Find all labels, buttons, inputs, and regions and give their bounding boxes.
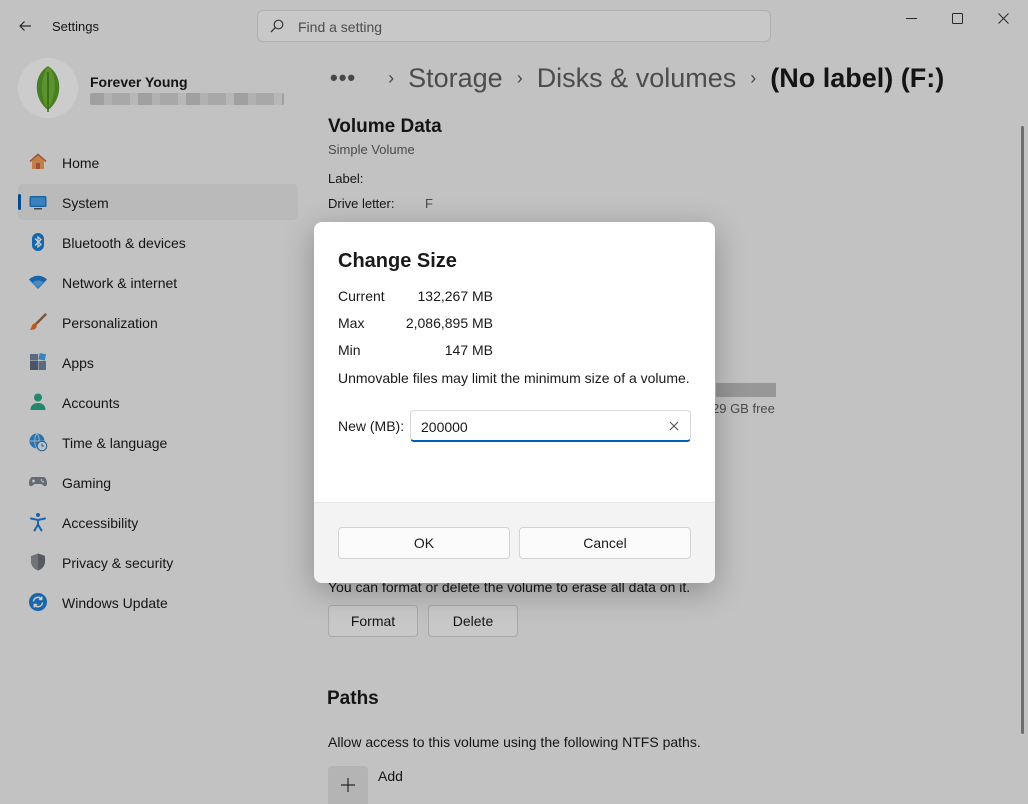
new-size-label: New (MB): [338, 418, 405, 434]
max-size-value: 2,086,895 MB [405, 315, 493, 331]
min-size-value: 147 MB [444, 342, 493, 358]
clear-icon [669, 421, 679, 431]
ok-button[interactable]: OK [338, 527, 510, 559]
current-size-value: 132,267 MB [417, 288, 494, 304]
dialog-footer: OK Cancel [314, 502, 715, 583]
change-size-dialog: Change Size Current 132,267 MB Max 2,086… [314, 222, 715, 583]
new-size-field[interactable] [410, 410, 691, 442]
dialog-note: Unmovable files may limit the minimum si… [338, 370, 690, 386]
clear-input-button[interactable] [666, 418, 682, 434]
min-size-label: Min [338, 342, 361, 358]
cancel-button[interactable]: Cancel [519, 527, 691, 559]
current-size-label: Current [338, 288, 385, 304]
dialog-title: Change Size [338, 250, 457, 272]
new-size-input[interactable] [421, 417, 661, 437]
max-size-label: Max [338, 315, 365, 331]
